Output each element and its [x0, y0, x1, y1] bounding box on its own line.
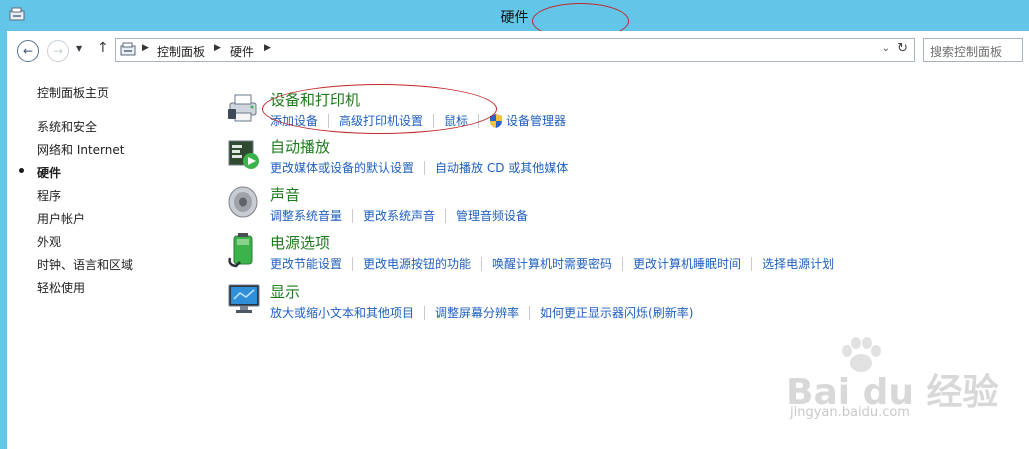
watermark-url: jingyan.baidu.com: [790, 405, 910, 420]
arrow-right-icon: →: [52, 44, 64, 58]
battery-icon: [228, 233, 253, 268]
link-manage-audio-devices[interactable]: 管理音频设备: [456, 207, 528, 224]
title-bar: 硬件: [0, 0, 1029, 31]
chevron-down-icon: ▼: [76, 44, 83, 53]
address-field[interactable]: ▶ 控制面板 ▶ 硬件 ▶ ⌄ ↻: [115, 38, 915, 62]
link-divider: [751, 256, 753, 271]
link-divider: [529, 305, 531, 320]
search-input[interactable]: 搜索控制面板: [923, 38, 1023, 62]
link-divider: [424, 305, 426, 320]
monitor-icon: [228, 284, 260, 313]
refresh-icon[interactable]: ↻: [897, 41, 908, 56]
window-title: 硬件: [500, 10, 529, 26]
recent-pages-dropdown[interactable]: ▼: [76, 44, 82, 53]
sidebar-item-appearance[interactable]: 外观: [37, 233, 61, 250]
autoplay-icon: [228, 140, 259, 169]
link-change-media-defaults[interactable]: 更改媒体或设备的默认设置: [270, 159, 414, 176]
breadcrumb-separator-icon[interactable]: ▶: [264, 43, 271, 53]
category-links-display: 放大或缩小文本和其他项目 调整屏幕分辨率 如何更正显示器闪烁(刷新率): [270, 304, 693, 321]
control-panel-icon: [120, 42, 136, 56]
link-change-sounds[interactable]: 更改系统声音: [363, 207, 435, 224]
back-button[interactable]: ←: [17, 40, 39, 62]
link-divider: [481, 256, 483, 271]
link-text-size[interactable]: 放大或缩小文本和其他项目: [270, 304, 414, 321]
link-screen-resolution[interactable]: 调整屏幕分辨率: [435, 304, 519, 321]
breadcrumb-hardware[interactable]: 硬件: [230, 43, 254, 60]
link-divider: [424, 160, 426, 175]
sidebar-item-network[interactable]: 网络和 Internet: [37, 141, 124, 158]
category-links-power: 更改节能设置 更改电源按钮的功能 唤醒计算机时需要密码 更改计算机睡眠时间 选择…: [270, 255, 834, 272]
arrow-left-icon: ←: [22, 44, 34, 58]
arrow-up-icon: ↑: [97, 40, 109, 56]
annotation-circle-devices: [262, 84, 497, 134]
link-change-power-saving[interactable]: 更改节能设置: [270, 255, 342, 272]
forward-button[interactable]: →: [47, 40, 69, 62]
breadcrumb-separator-icon[interactable]: ▶: [142, 43, 149, 53]
category-title-display[interactable]: 显示: [270, 281, 300, 302]
link-divider: [352, 256, 354, 271]
link-require-password-on-wake[interactable]: 唤醒计算机时需要密码: [492, 255, 612, 272]
sidebar-item-clock-language[interactable]: 时钟、语言和区域: [37, 256, 133, 273]
address-toolbar: ← → ▼ ↑ ▶ 控制面板 ▶ 硬件 ▶ ⌄ ↻ 搜索控制面板: [7, 31, 1029, 71]
link-choose-power-plan[interactable]: 选择电源计划: [762, 255, 834, 272]
category-title-autoplay[interactable]: 自动播放: [270, 136, 330, 157]
link-divider: [445, 208, 447, 223]
link-autoplay-cd[interactable]: 自动播放 CD 或其他媒体: [435, 159, 568, 176]
baidu-watermark: Bai du 经验 jingyan.baidu.com: [786, 335, 999, 430]
breadcrumb-separator-icon[interactable]: ▶: [214, 43, 221, 53]
printer-icon: [228, 94, 257, 122]
link-change-sleep-time[interactable]: 更改计算机睡眠时间: [633, 255, 741, 272]
category-links-sound: 调整系统音量 更改系统声音 管理音频设备: [270, 207, 528, 224]
up-button[interactable]: ↑: [97, 40, 109, 56]
link-power-button-function[interactable]: 更改电源按钮的功能: [363, 255, 471, 272]
current-item-bullet: [19, 168, 24, 173]
sidebar-item-user-accounts[interactable]: 用户帐户: [37, 210, 85, 227]
category-title-sound[interactable]: 声音: [270, 184, 300, 205]
category-title-power[interactable]: 电源选项: [270, 232, 330, 253]
sidebar-item-ease-of-access[interactable]: 轻松使用: [37, 279, 85, 296]
link-divider: [352, 208, 354, 223]
category-links-autoplay: 更改媒体或设备的默认设置 自动播放 CD 或其他媒体: [270, 159, 568, 176]
sidebar-item-programs[interactable]: 程序: [37, 187, 61, 204]
breadcrumb-control-panel[interactable]: 控制面板: [157, 43, 205, 60]
link-adjust-volume[interactable]: 调整系统音量: [270, 207, 342, 224]
sidebar-item-hardware: 硬件: [37, 166, 62, 180]
link-divider: [622, 256, 624, 271]
sidebar-item-system-security[interactable]: 系统和安全: [37, 118, 97, 135]
link-device-manager[interactable]: 设备管理器: [506, 112, 566, 129]
speaker-icon: [228, 186, 258, 218]
link-fix-flicker[interactable]: 如何更正显示器闪烁(刷新率): [540, 304, 693, 321]
chevron-down-icon[interactable]: ⌄: [882, 43, 890, 54]
sidebar-item-home[interactable]: 控制面板主页: [37, 84, 109, 101]
